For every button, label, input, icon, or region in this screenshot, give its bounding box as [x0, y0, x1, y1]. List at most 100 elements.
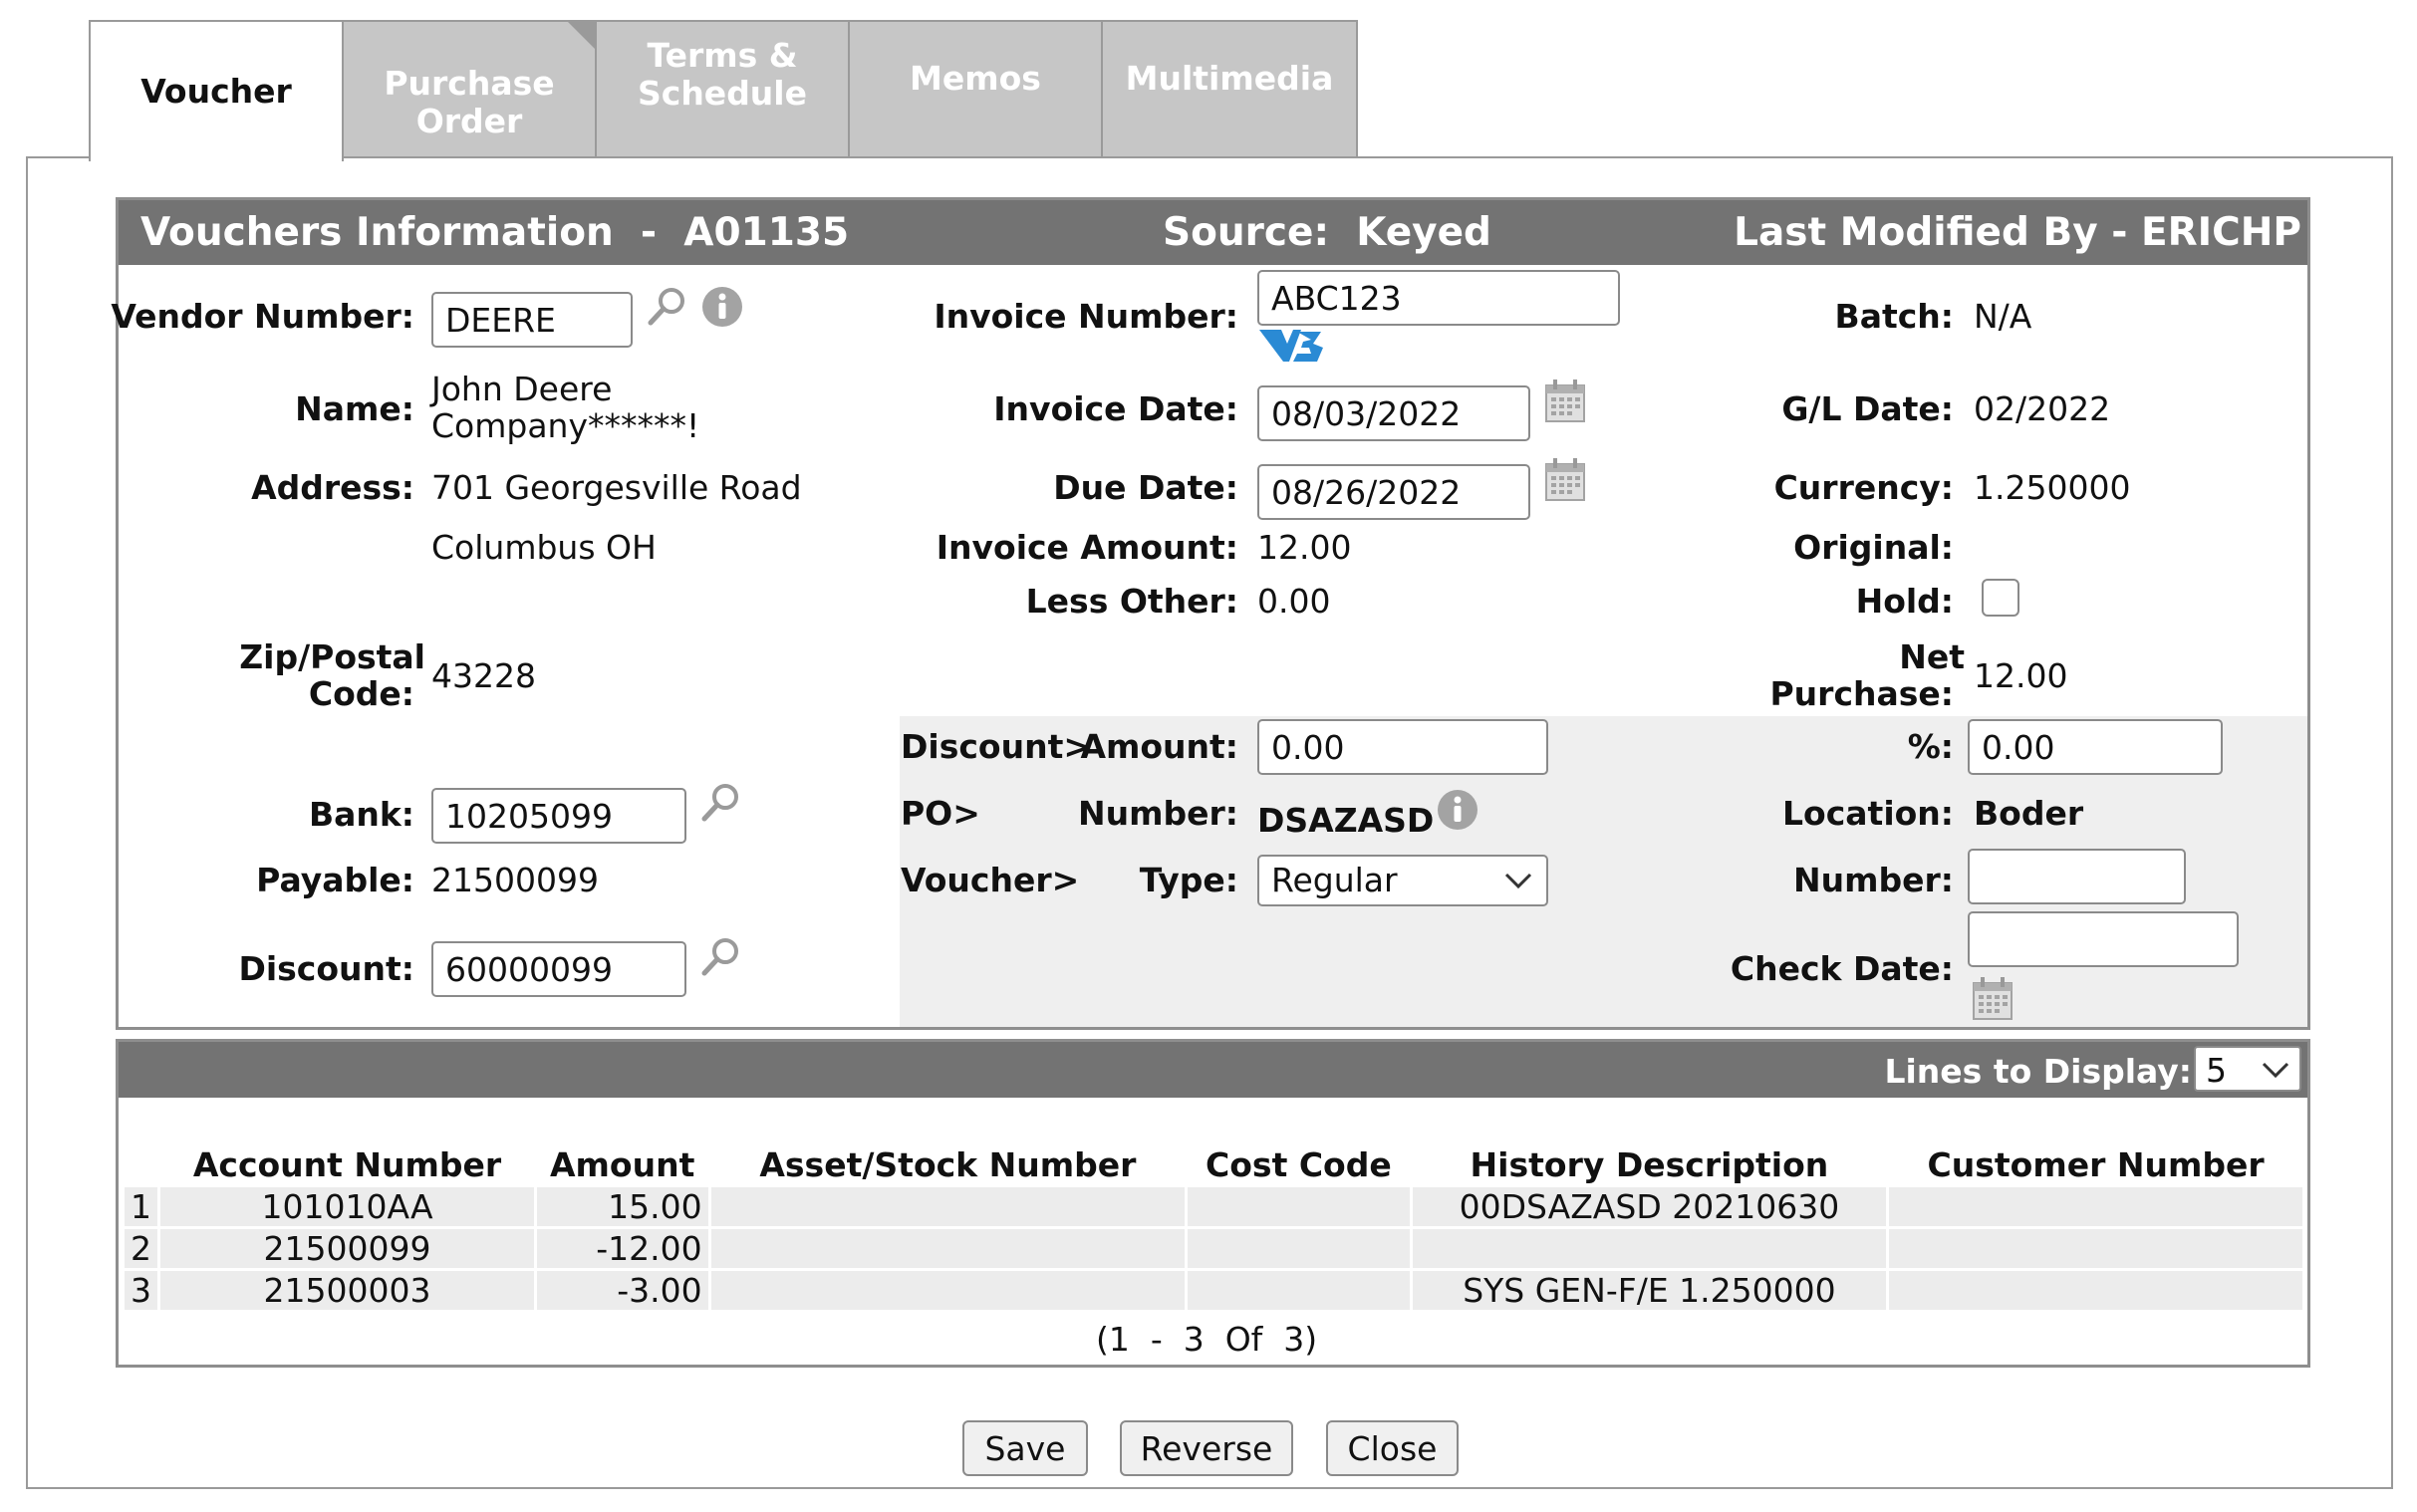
- voucher-info-header: Vouchers Information - A01135 Source: Ke…: [119, 200, 2307, 265]
- tab-voucher-label: Voucher: [140, 72, 292, 111]
- last-modified-by: Last Modified By - ERICHP: [1734, 210, 2301, 255]
- tab-terms-schedule-label: Terms & Schedule: [637, 36, 807, 113]
- discount-percent-label: %:: [1907, 727, 1954, 766]
- gl-date-label: G/L Date:: [1781, 389, 1954, 428]
- discount-account-input[interactable]: [431, 941, 686, 997]
- info-icon[interactable]: [1437, 789, 1478, 831]
- voucher-type-label: Type:: [1139, 861, 1238, 899]
- batch-value: N/A: [1974, 297, 2032, 336]
- cost-code-cell: [1188, 1271, 1410, 1310]
- amount-cell: 15.00: [536, 1187, 708, 1226]
- tab-purchase-order[interactable]: Purchase Order: [342, 20, 597, 157]
- scan-badge-icon[interactable]: [1257, 326, 1327, 366]
- hold-checkbox[interactable]: [1982, 579, 2019, 617]
- col-amount: Amount: [549, 1144, 695, 1184]
- chevron-down-icon: [2262, 1062, 2289, 1079]
- po-number-value[interactable]: DSAZASD: [1257, 801, 1434, 840]
- check-number-label: Number:: [1793, 861, 1954, 899]
- gl-date-value: 02/2022: [1974, 389, 2111, 428]
- tab-corner-fold: [566, 20, 596, 50]
- hold-label: Hold:: [1855, 582, 1954, 621]
- check-number-input[interactable]: [1968, 849, 2186, 904]
- location-value: Boder: [1974, 794, 2084, 833]
- tab-memos[interactable]: Memos: [848, 20, 1103, 157]
- discount-prefix: Discount>: [901, 727, 1091, 766]
- payable-label: Payable:: [256, 861, 414, 899]
- table-row[interactable]: 3 21500003 -3.00 SYS GEN-F/E 1.250000: [125, 1271, 2302, 1310]
- customer-number-cell: [1889, 1229, 2302, 1268]
- tab-voucher[interactable]: Voucher: [89, 20, 344, 161]
- check-date-label: Check Date:: [1730, 949, 1954, 988]
- vendor-number-label: Vendor Number:: [111, 297, 414, 336]
- calendar-icon[interactable]: [1972, 976, 2014, 1022]
- customer-number-cell: [1889, 1187, 2302, 1226]
- col-account-number: Account Number: [192, 1144, 502, 1184]
- customer-number-cell: [1889, 1271, 2302, 1310]
- asset-cell: [710, 1187, 1186, 1226]
- currency-label: Currency:: [1773, 468, 1954, 507]
- name-label: Name:: [295, 389, 414, 428]
- lines-to-display-select[interactable]: 5: [2194, 1046, 2301, 1092]
- row-number: 3: [125, 1271, 158, 1310]
- col-customer-number: Customer Number: [1927, 1144, 2265, 1184]
- tab-memos-label: Memos: [910, 59, 1041, 98]
- search-icon[interactable]: [699, 935, 743, 979]
- account-number-cell[interactable]: 21500099: [160, 1229, 534, 1268]
- net-purchase-label-line2: Purchase:: [1769, 674, 1955, 713]
- amount-cell: -3.00: [536, 1271, 708, 1310]
- table-row[interactable]: 2 21500099 -12.00: [125, 1229, 2302, 1268]
- close-button[interactable]: Close: [1326, 1420, 1459, 1476]
- account-number-cell[interactable]: 21500003: [160, 1271, 534, 1310]
- calendar-icon[interactable]: [1544, 457, 1586, 503]
- table-row[interactable]: 1 101010AA 15.00 00DSAZASD 20210630: [125, 1187, 2302, 1226]
- history-description-cell: 00DSAZASD 20210630: [1412, 1187, 1887, 1226]
- asset-cell: [710, 1271, 1186, 1310]
- voucher-type-select[interactable]: Regular: [1257, 855, 1548, 906]
- pager-text: (1 - 3 Of 3): [1096, 1320, 1318, 1359]
- col-asset-stock-number: Asset/Stock Number: [759, 1144, 1137, 1184]
- discount-percent-input[interactable]: [1968, 719, 2223, 775]
- voucher-lines-table: Account Number Amount Asset/Stock Number…: [122, 1141, 2305, 1313]
- vendor-name-line2: Company******!: [431, 406, 700, 445]
- calendar-icon[interactable]: [1544, 378, 1586, 424]
- invoice-amount-value: 12.00: [1257, 528, 1352, 567]
- table-header-row: Account Number Amount Asset/Stock Number…: [125, 1144, 2302, 1184]
- info-icon[interactable]: [701, 286, 743, 328]
- po-number-label: Number:: [1078, 794, 1238, 833]
- cost-code-cell: [1188, 1187, 1410, 1226]
- reverse-button[interactable]: Reverse: [1120, 1420, 1293, 1476]
- discount-amount-input[interactable]: [1257, 719, 1548, 775]
- col-cost-code: Cost Code: [1206, 1144, 1392, 1184]
- invoice-amount-label: Invoice Amount:: [936, 528, 1238, 567]
- voucher-info-title: Vouchers Information - A01135: [140, 210, 850, 255]
- address-line1: 701 Georgesville Road: [431, 468, 802, 507]
- zip-label-line1: Zip/Postal: [239, 637, 425, 676]
- row-number: 2: [125, 1229, 158, 1268]
- lines-to-display-value: 5: [2206, 1051, 2227, 1090]
- tab-terms-schedule[interactable]: Terms & Schedule: [595, 20, 850, 157]
- lines-header: Lines to Display: 5: [119, 1042, 2307, 1098]
- invoice-date-input[interactable]: [1257, 385, 1530, 441]
- batch-label: Batch:: [1834, 297, 1954, 336]
- lines-to-display-label: Lines to Display:: [1884, 1052, 2192, 1091]
- history-description-cell: [1412, 1229, 1887, 1268]
- check-date-input[interactable]: [1968, 911, 2239, 967]
- amount-cell: -12.00: [536, 1229, 708, 1268]
- save-button[interactable]: Save: [962, 1420, 1088, 1476]
- vendor-number-input[interactable]: [431, 292, 633, 348]
- net-purchase-label-line1: Net: [1899, 637, 1965, 676]
- tab-multimedia[interactable]: Multimedia: [1101, 20, 1358, 157]
- bank-label: Bank:: [308, 795, 414, 834]
- tab-multimedia-label: Multimedia: [1125, 59, 1334, 98]
- invoice-number-input[interactable]: [1257, 270, 1620, 326]
- original-label: Original:: [1793, 528, 1954, 567]
- voucher-type-value: Regular: [1271, 861, 1398, 899]
- search-icon[interactable]: [699, 781, 743, 825]
- bank-input[interactable]: [431, 788, 686, 844]
- account-number-cell[interactable]: 101010AA: [160, 1187, 534, 1226]
- less-other-value: 0.00: [1257, 582, 1331, 621]
- search-icon[interactable]: [646, 285, 689, 329]
- row-number: 1: [125, 1187, 158, 1226]
- due-date-input[interactable]: [1257, 464, 1530, 520]
- zip-label-line2: Code:: [308, 674, 414, 713]
